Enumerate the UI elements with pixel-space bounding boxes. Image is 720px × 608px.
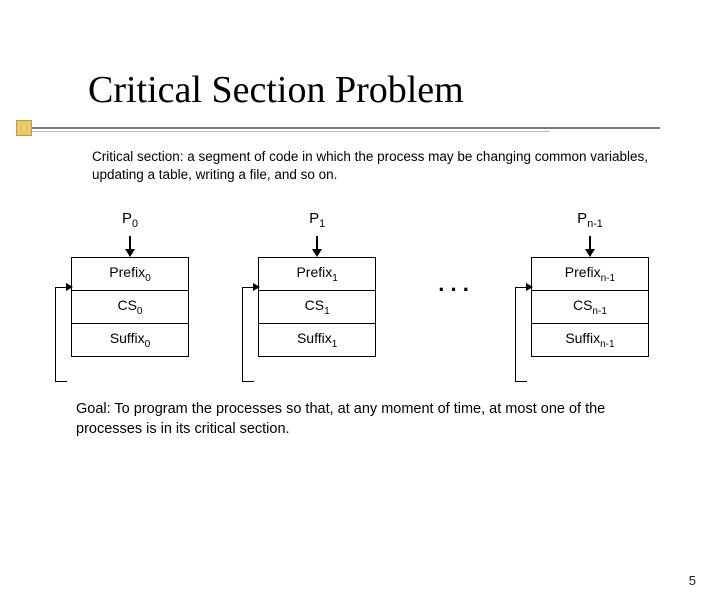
cs-cell: CSn-1 [532, 291, 648, 324]
title-rule [88, 120, 700, 134]
arrow-head-icon [125, 249, 135, 257]
goal-text: Goal: To program the processes so that, … [76, 399, 660, 440]
loop-arrow-icon [55, 287, 67, 382]
accent-square-icon [16, 120, 32, 136]
slide-title: Critical Section Problem [88, 68, 720, 112]
cs-cell: CS1 [259, 291, 375, 324]
arrow-head-icon [312, 249, 322, 257]
intro-text: Critical section: a segment of code in w… [92, 148, 670, 184]
prefix-cell: Prefixn-1 [532, 258, 648, 291]
arrow-head-icon [585, 249, 595, 257]
process-label: Pn-1 [577, 210, 603, 230]
process-diagram: P0 Prefix0 CS0 Suffix0 P1 Prefix1 CS1 Su… [60, 210, 660, 356]
process-column-0: P0 Prefix0 CS0 Suffix0 [60, 210, 200, 356]
ellipsis: . . . [434, 271, 473, 297]
arrow-down-icon [316, 236, 318, 250]
page-number: 5 [689, 573, 696, 588]
loop-arrow-icon [515, 287, 527, 382]
prefix-cell: Prefix0 [72, 258, 188, 291]
process-label: P1 [309, 210, 325, 230]
suffix-cell: Suffix1 [259, 324, 375, 357]
suffix-cell: Suffixn-1 [532, 324, 648, 357]
process-column-1: P1 Prefix1 CS1 Suffix1 [247, 210, 387, 356]
arrow-down-icon [589, 236, 591, 250]
process-label: P0 [122, 210, 138, 230]
suffix-cell: Suffix0 [72, 324, 188, 357]
arrow-down-icon [129, 236, 131, 250]
process-column-n: Pn-1 Prefixn-1 CSn-1 Suffixn-1 [520, 210, 660, 356]
prefix-cell: Prefix1 [259, 258, 375, 291]
loop-arrow-icon [242, 287, 254, 382]
cs-cell: CS0 [72, 291, 188, 324]
